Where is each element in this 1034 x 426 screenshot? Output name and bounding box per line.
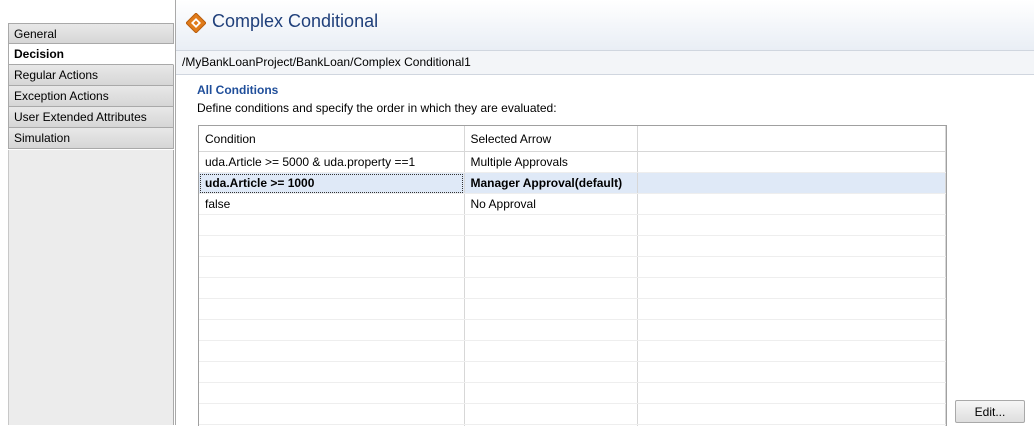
page-title: Complex Conditional bbox=[212, 11, 378, 32]
column-header-condition[interactable]: Condition bbox=[199, 126, 464, 152]
tab-simulation[interactable]: Simulation bbox=[8, 128, 174, 149]
empty-cell bbox=[637, 194, 946, 215]
empty-row bbox=[199, 278, 946, 299]
table-row[interactable]: false No Approval bbox=[199, 194, 946, 215]
empty-row bbox=[199, 404, 946, 425]
tab-decision[interactable]: Decision bbox=[8, 44, 174, 65]
tab-general[interactable]: General bbox=[8, 23, 174, 44]
table-header-row: Condition Selected Arrow bbox=[199, 126, 946, 152]
condition-cell[interactable]: false bbox=[199, 194, 464, 215]
condition-cell[interactable]: uda.Article >= 1000 bbox=[199, 173, 464, 194]
empty-row bbox=[199, 383, 946, 404]
empty-row bbox=[199, 362, 946, 383]
section-description: Define conditions and specify the order … bbox=[197, 101, 557, 115]
empty-row bbox=[199, 320, 946, 341]
empty-row bbox=[199, 215, 946, 236]
table-row-selected[interactable]: uda.Article >= 1000 Manager Approval(def… bbox=[199, 173, 946, 194]
section-title: All Conditions bbox=[197, 83, 278, 97]
edit-button[interactable]: Edit... bbox=[955, 400, 1025, 423]
column-header-selected-arrow[interactable]: Selected Arrow bbox=[464, 126, 637, 152]
conditions-table[interactable]: Condition Selected Arrow uda.Article >= … bbox=[198, 125, 947, 426]
tab-user-extended-attributes[interactable]: User Extended Attributes bbox=[8, 107, 174, 128]
main-panel: Complex Conditional /MyBankLoanProject/B… bbox=[175, 0, 1034, 425]
tab-regular-actions[interactable]: Regular Actions bbox=[8, 65, 174, 86]
header: Complex Conditional bbox=[176, 0, 1034, 50]
table-row[interactable]: uda.Article >= 5000 & uda.property ==1 M… bbox=[199, 152, 946, 173]
decision-diamond-icon bbox=[186, 13, 206, 33]
tab-exception-actions[interactable]: Exception Actions bbox=[8, 86, 174, 107]
arrow-cell[interactable]: Manager Approval(default) bbox=[464, 173, 637, 194]
empty-cell bbox=[637, 152, 946, 173]
sidebar-spacer bbox=[8, 0, 175, 23]
sidebar: General Decision Regular Actions Excepti… bbox=[8, 0, 175, 425]
sidebar-background bbox=[8, 150, 174, 425]
empty-row bbox=[199, 341, 946, 362]
sidebar-tabs: General Decision Regular Actions Excepti… bbox=[8, 23, 174, 149]
arrow-cell[interactable]: No Approval bbox=[464, 194, 637, 215]
empty-row bbox=[199, 299, 946, 320]
empty-row bbox=[199, 236, 946, 257]
column-header-empty bbox=[637, 126, 946, 152]
empty-cell bbox=[637, 173, 946, 194]
arrow-cell[interactable]: Multiple Approvals bbox=[464, 152, 637, 173]
breadcrumb: /MyBankLoanProject/BankLoan/Complex Cond… bbox=[176, 50, 1034, 75]
condition-cell[interactable]: uda.Article >= 5000 & uda.property ==1 bbox=[199, 152, 464, 173]
empty-row bbox=[199, 257, 946, 278]
